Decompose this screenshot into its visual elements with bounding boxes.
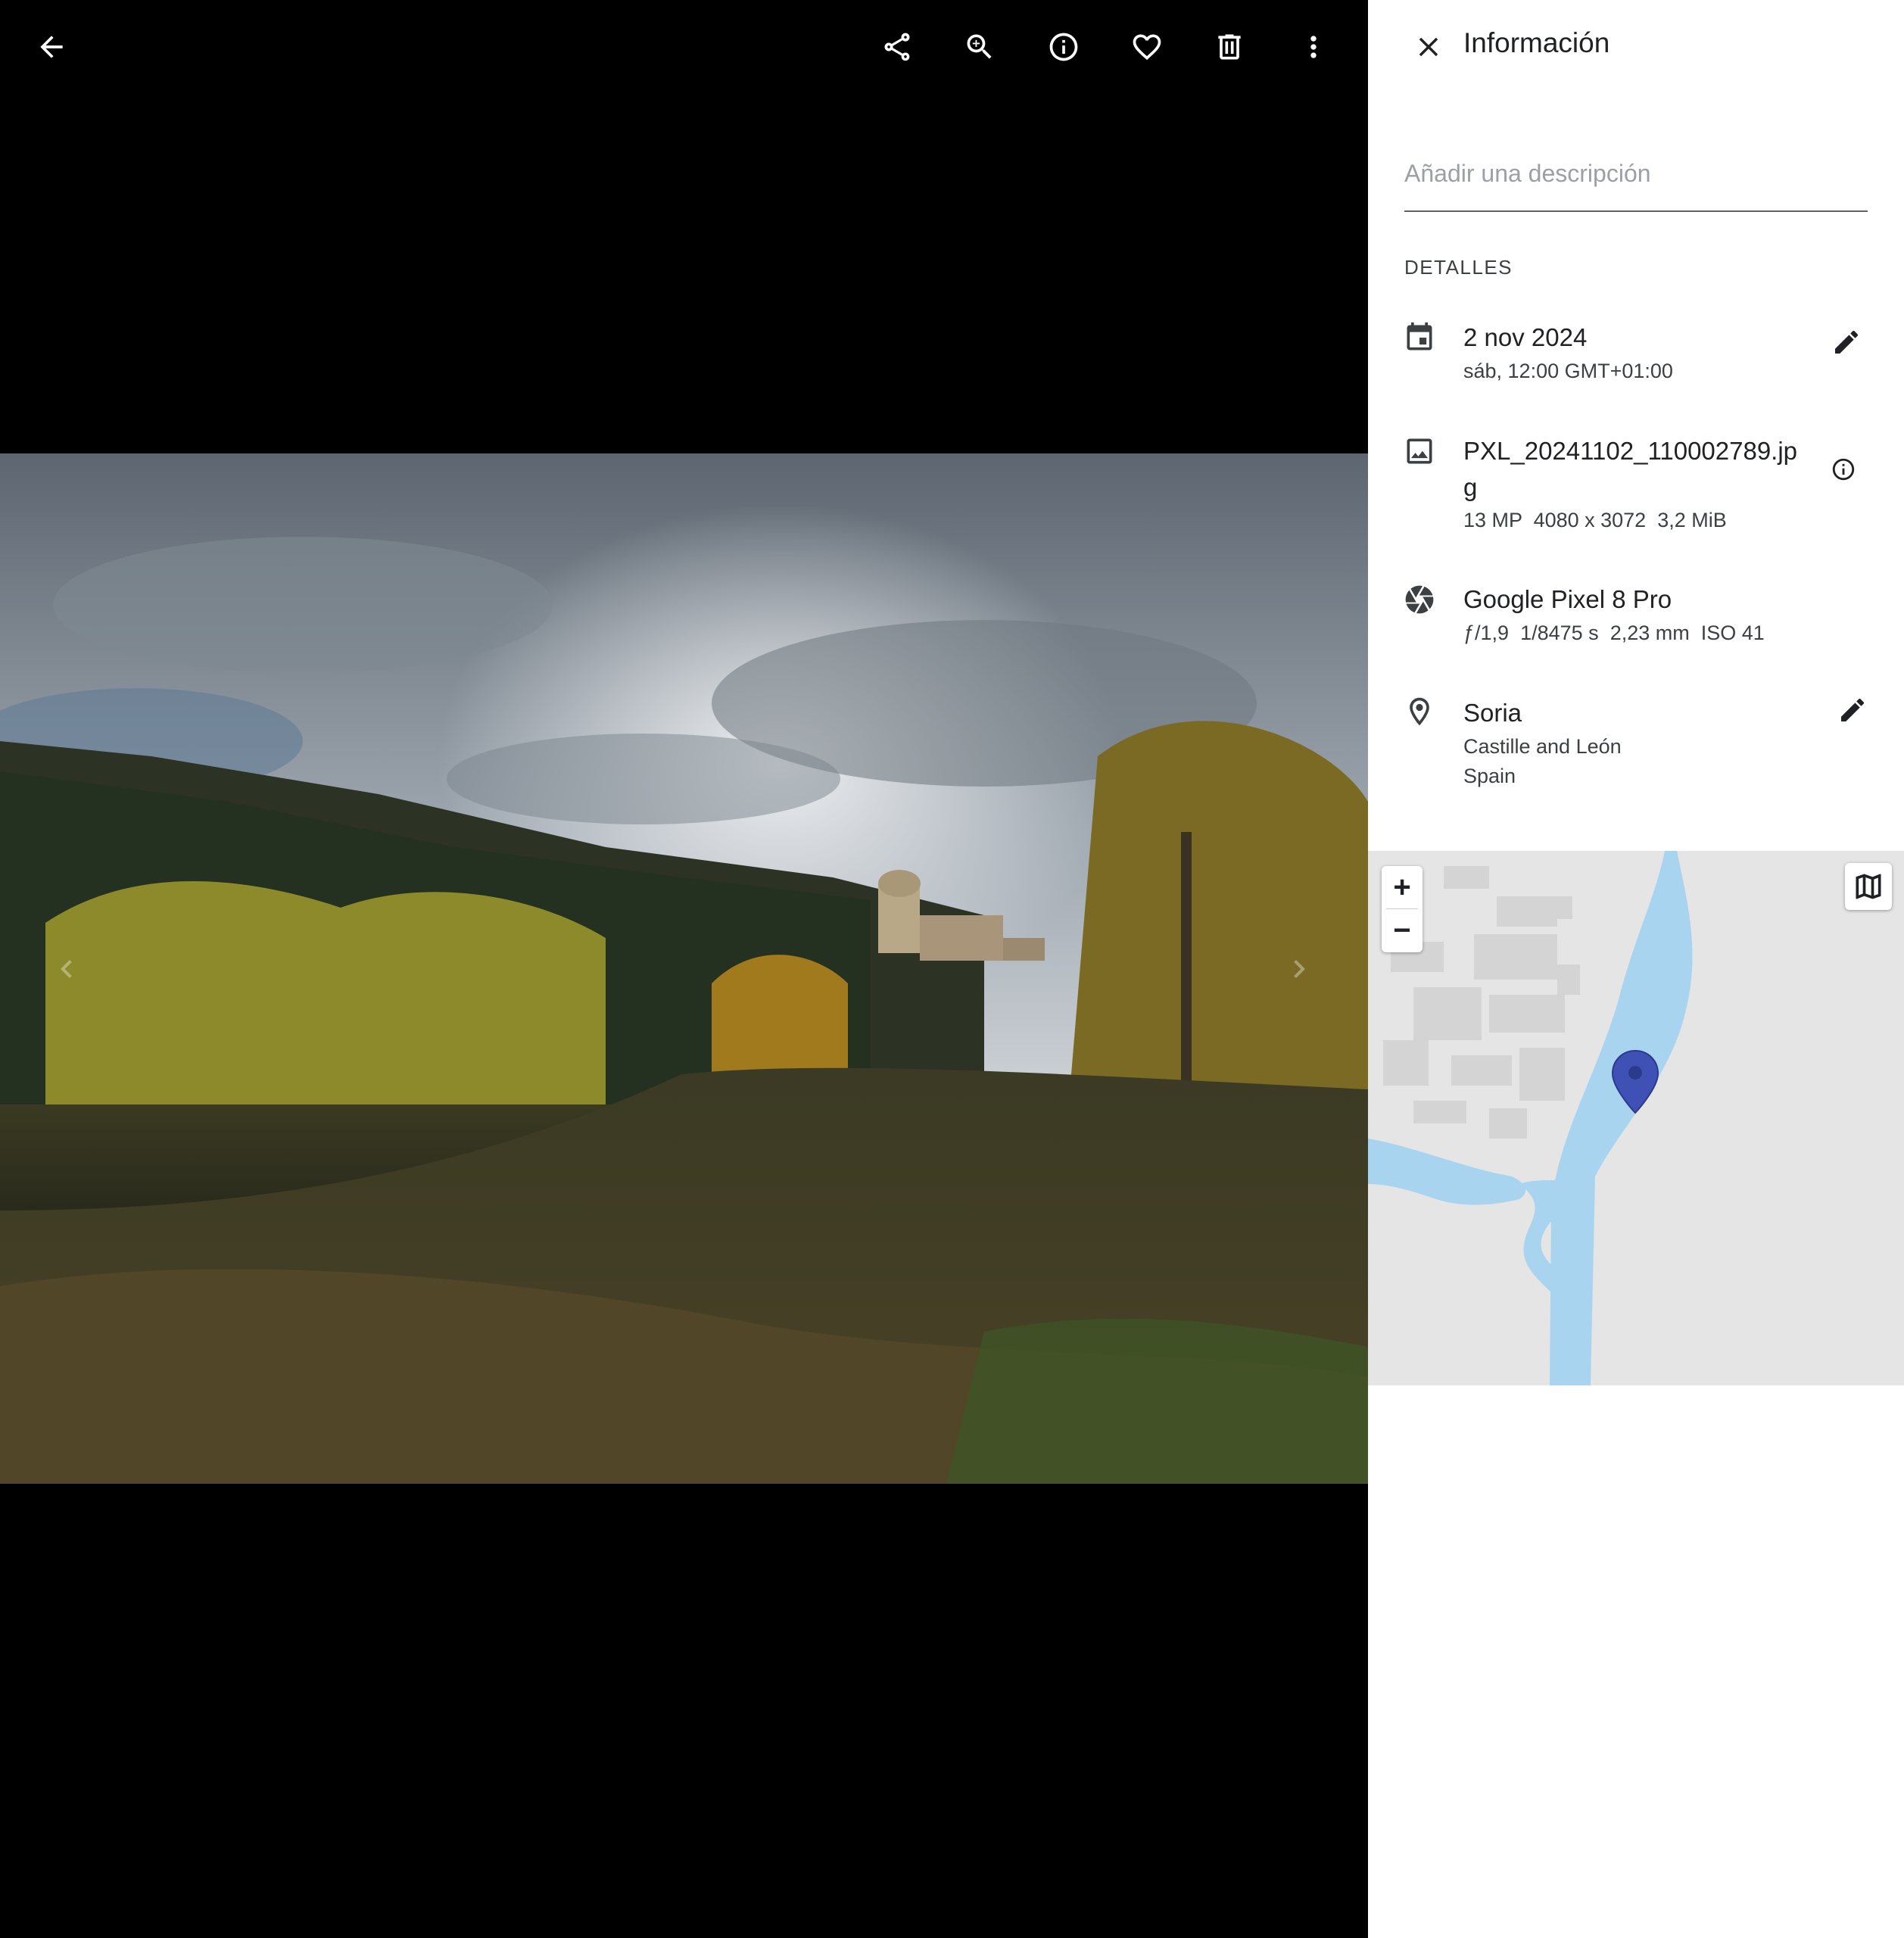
file-megapixels: 13 MP <box>1463 509 1522 531</box>
location-city: Soria <box>1463 699 1522 727</box>
map-zoom-in-button[interactable]: + <box>1382 866 1423 908</box>
share-icon <box>884 33 910 61</box>
date-primary: 2 nov 2024 <box>1463 323 1588 351</box>
map-pin-icon <box>1611 1049 1659 1114</box>
camera-settings: ƒ/1,9 1/8475 s 2,23 mm ISO 41 <box>1463 618 1765 648</box>
location-country: Spain <box>1463 765 1516 787</box>
location-region: Castille and León <box>1463 735 1622 758</box>
back-arrow-icon <box>40 36 63 58</box>
pencil-icon <box>1835 330 1859 354</box>
info-panel: Información DETALLES 2 nov 2024 sáb, 12:… <box>1368 0 1904 1938</box>
file-name-line1: PXL_20241102_110002789.jp <box>1463 437 1798 465</box>
map-icon <box>1856 874 1881 899</box>
panel-title: Información <box>1463 27 1610 58</box>
edit-location-button[interactable] <box>1830 687 1875 733</box>
photo-viewer <box>0 0 1368 1938</box>
camera-row-icon <box>1403 583 1436 616</box>
back-button[interactable] <box>21 17 82 77</box>
chevron-left-icon <box>61 960 72 978</box>
favorite-button[interactable] <box>1117 17 1177 77</box>
next-photo-button[interactable] <box>1276 939 1322 999</box>
photo-image <box>0 453 1368 1484</box>
file-row-icon <box>1403 435 1436 468</box>
details-header: DETALLES <box>1404 256 1513 279</box>
file-meta: 13 MP 4080 x 3072 3,2 MiB <box>1463 505 1727 535</box>
file-size: 3,2 MiB <box>1657 509 1727 531</box>
file-info-button[interactable] <box>1821 447 1866 492</box>
close-panel-button[interactable] <box>1398 17 1459 77</box>
delete-button[interactable] <box>1199 17 1260 77</box>
previous-photo-button[interactable] <box>44 939 89 999</box>
camera-model: Google Pixel 8 Pro <box>1463 585 1672 613</box>
location-pin-icon <box>1410 697 1429 726</box>
calendar-icon <box>1407 322 1432 351</box>
file-dimensions: 4080 x 3072 <box>1533 509 1647 531</box>
zoom-in-icon <box>967 34 992 59</box>
close-icon <box>1419 37 1438 57</box>
zoom-button[interactable] <box>949 17 1010 77</box>
more-vert-icon <box>1310 36 1317 58</box>
pencil-icon <box>1841 698 1865 721</box>
file-name-line2: g <box>1463 473 1478 501</box>
trash-icon <box>1218 34 1241 60</box>
info-button[interactable] <box>1033 17 1094 77</box>
location-map[interactable]: + − <box>1368 851 1904 1385</box>
image-icon <box>1407 438 1432 464</box>
camera-iso: ISO 41 <box>1700 622 1765 644</box>
zoom-controls: + − <box>1382 866 1423 952</box>
camera-aperture-icon <box>1405 585 1434 614</box>
info-outline-icon <box>1832 458 1855 481</box>
map-canvas <box>1368 851 1693 1385</box>
date-row-icon <box>1403 321 1436 354</box>
heart-icon <box>1133 34 1161 61</box>
map-type-button[interactable] <box>1845 863 1892 910</box>
more-options-button[interactable] <box>1283 17 1344 77</box>
share-button[interactable] <box>867 17 927 77</box>
map-zoom-out-button[interactable]: − <box>1382 909 1423 952</box>
camera-aperture: ƒ/1,9 <box>1463 622 1510 644</box>
chevron-right-icon <box>1294 960 1305 978</box>
edit-date-button[interactable] <box>1824 319 1869 365</box>
info-icon <box>1049 33 1078 61</box>
date-secondary: sáb, 12:00 GMT+01:00 <box>1463 360 1673 382</box>
camera-shutter: 1/8475 s <box>1520 622 1599 644</box>
camera-focal-length: 2,23 mm <box>1610 622 1690 644</box>
location-row-icon <box>1403 695 1436 728</box>
description-input[interactable] <box>1404 136 1868 212</box>
